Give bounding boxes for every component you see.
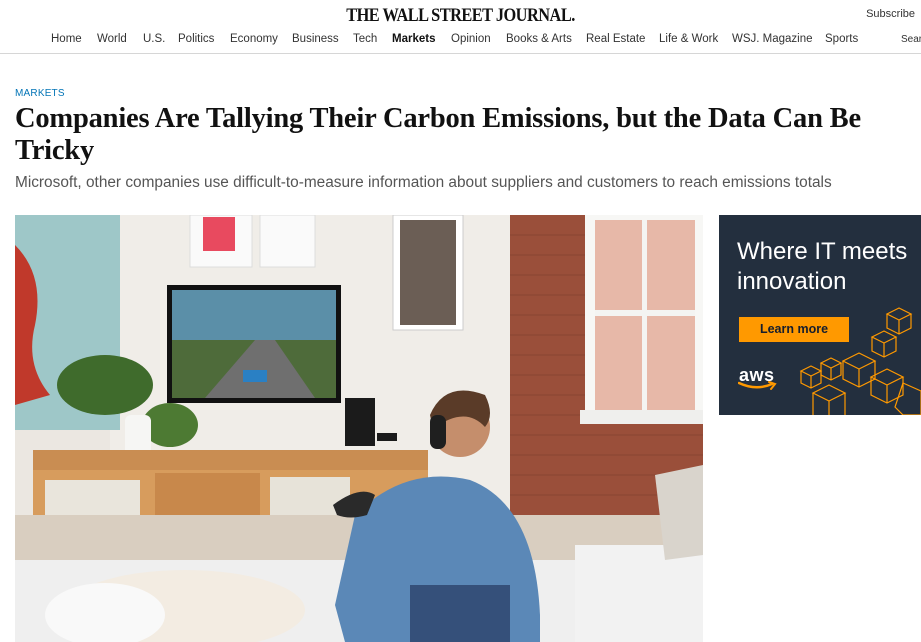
aws-ad[interactable]: Where IT meets innovation Learn more aws bbox=[719, 215, 921, 415]
nav-item-home[interactable]: Home bbox=[51, 33, 82, 45]
nav-search-link[interactable]: Search bbox=[901, 34, 921, 45]
nav-item-real-estate[interactable]: Real Estate bbox=[586, 33, 645, 45]
main-nav: Home World U.S. Politics Economy Busines… bbox=[0, 33, 921, 49]
nav-item-politics[interactable]: Politics bbox=[178, 33, 214, 45]
site-header: THE WALL STREET JOURNAL. Subscribe Home … bbox=[0, 0, 921, 54]
section-link-markets[interactable]: MARKETS bbox=[15, 88, 65, 99]
isometric-cubes-icon bbox=[799, 307, 921, 415]
article-headline: Companies Are Tallying Their Carbon Emis… bbox=[15, 103, 861, 166]
nav-item-wsj-magazine[interactable]: WSJ. Magazine bbox=[732, 33, 813, 45]
wsj-logo[interactable]: THE WALL STREET JOURNAL. bbox=[64, 5, 856, 27]
nav-item-opinion[interactable]: Opinion bbox=[451, 33, 491, 45]
nav-item-books-arts[interactable]: Books & Arts bbox=[506, 33, 572, 45]
nav-item-life-work[interactable]: Life & Work bbox=[659, 33, 718, 45]
photo-man-playing-video-game-icon bbox=[15, 215, 703, 642]
nav-item-markets[interactable]: Markets bbox=[392, 33, 435, 45]
nav-item-world[interactable]: World bbox=[97, 33, 127, 45]
ad-headline: Where IT meets innovation bbox=[737, 238, 908, 295]
article-dek: Microsoft, other companies use difficult… bbox=[15, 174, 832, 191]
aws-smile-icon bbox=[738, 381, 777, 390]
nav-item-sports[interactable]: Sports bbox=[825, 33, 858, 45]
nav-item-economy[interactable]: Economy bbox=[230, 33, 278, 45]
nav-item-tech[interactable]: Tech bbox=[353, 33, 377, 45]
nav-item-us[interactable]: U.S. bbox=[143, 33, 165, 45]
subscribe-link[interactable]: Subscribe bbox=[866, 8, 915, 20]
nav-item-business[interactable]: Business bbox=[292, 33, 339, 45]
hero-photo[interactable] bbox=[15, 215, 703, 642]
